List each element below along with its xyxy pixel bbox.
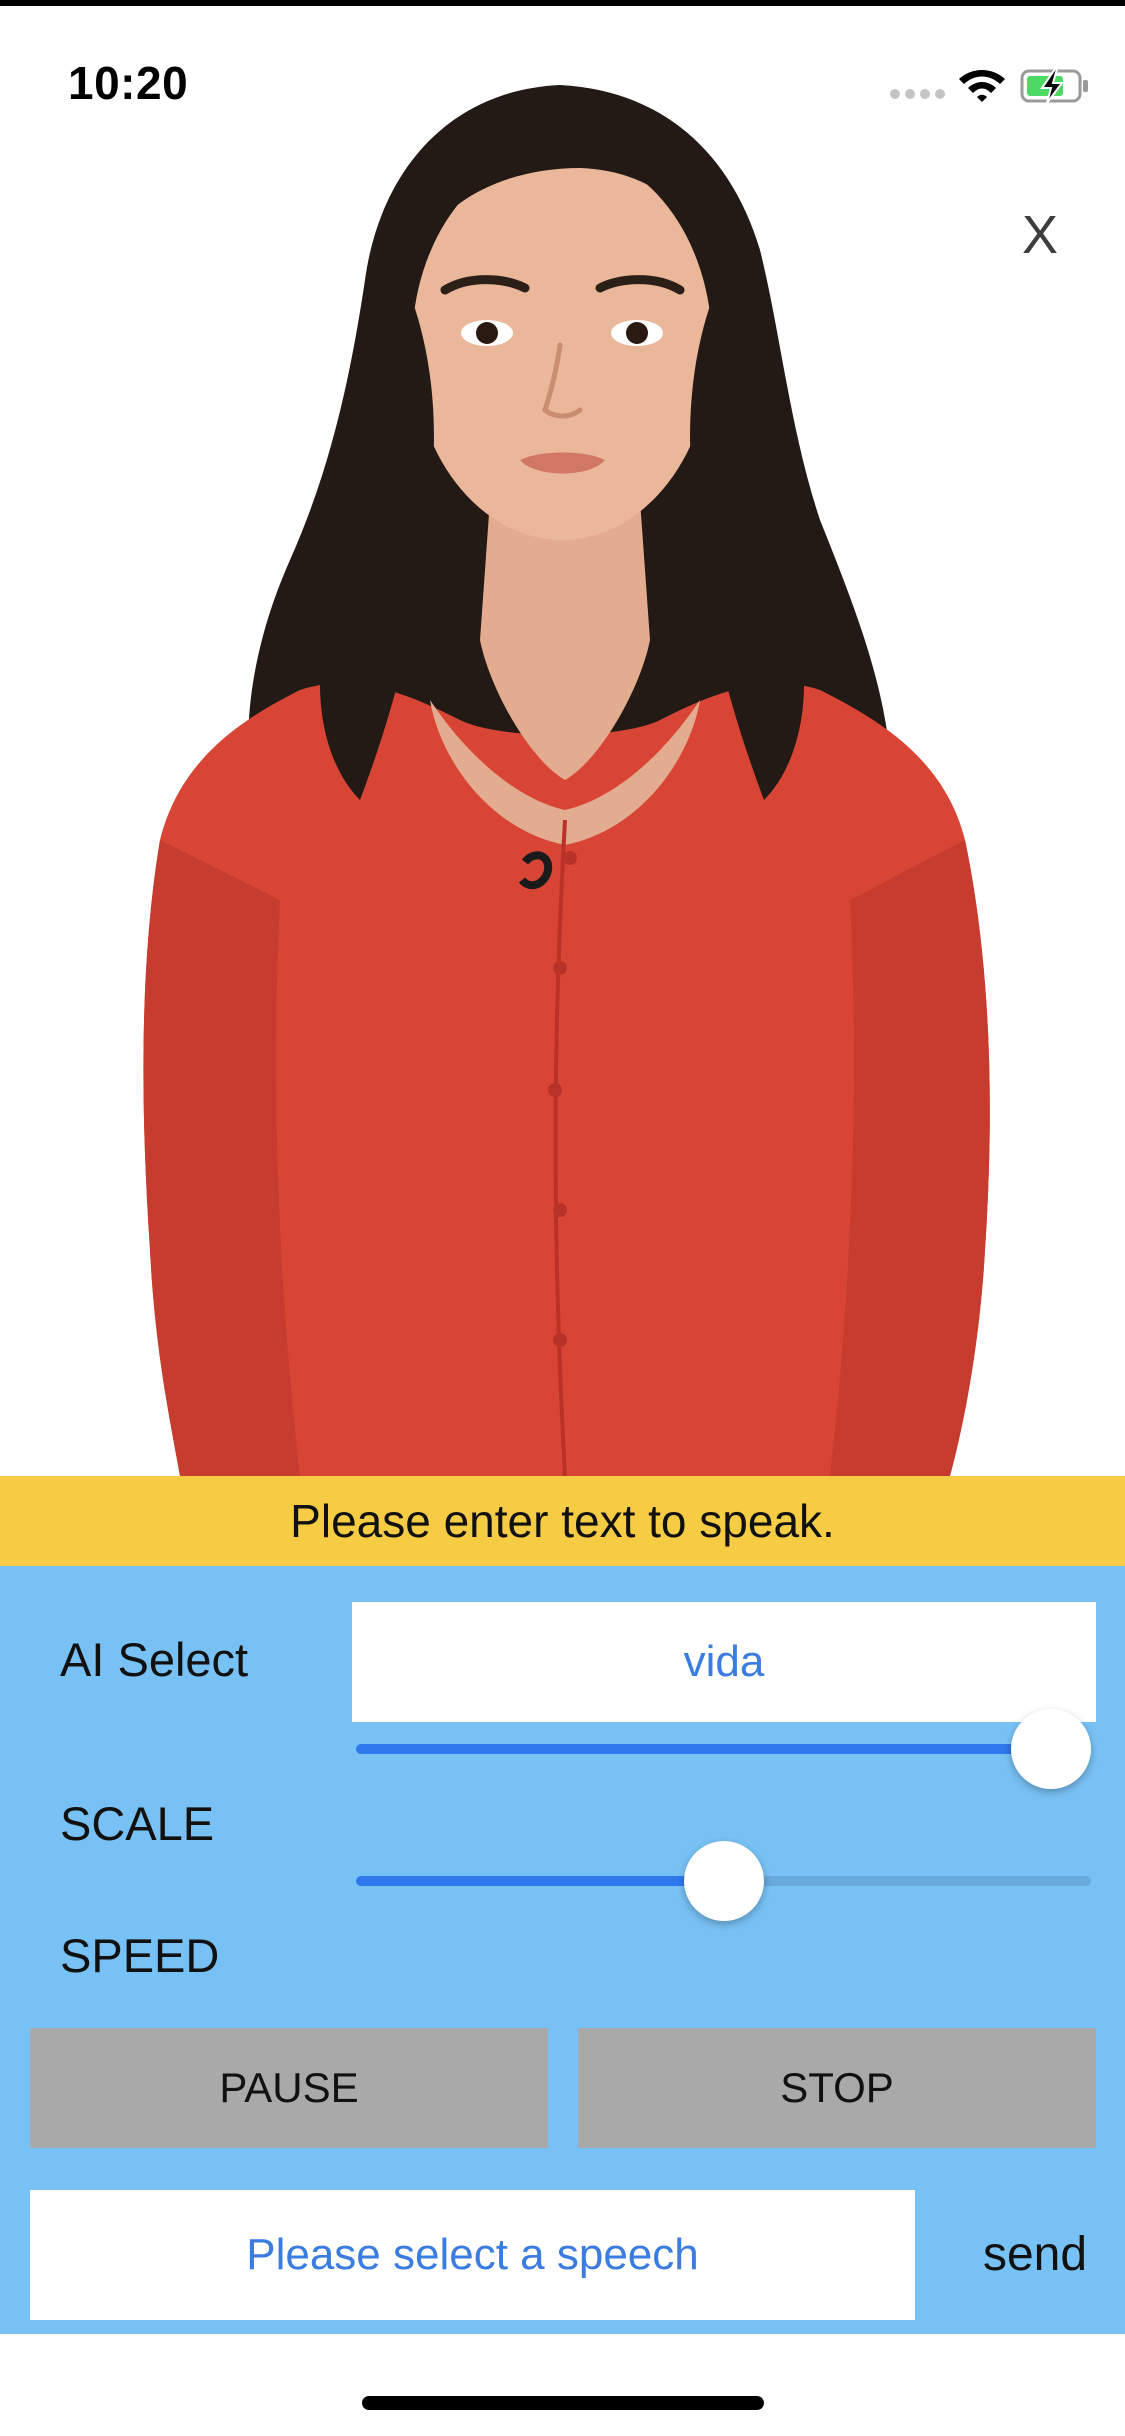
- scale-slider-thumb[interactable]: [1011, 1709, 1091, 1789]
- wifi-icon: [959, 70, 1005, 102]
- pause-button[interactable]: PAUSE: [30, 2028, 548, 2148]
- close-icon[interactable]: X: [1010, 200, 1070, 270]
- status-bar: 10:20: [0, 6, 1125, 136]
- status-time: 10:20: [68, 57, 189, 109]
- avatar-figure: [143, 85, 990, 1476]
- speed-slider-fill: [356, 1876, 724, 1886]
- ai-select-label: AI Select: [60, 1633, 249, 1686]
- home-indicator[interactable]: [362, 2396, 764, 2410]
- battery-charging-icon: [1020, 68, 1088, 104]
- avatar-view: [0, 0, 1125, 1476]
- cellular-signal-icon: [890, 89, 946, 101]
- scale-slider[interactable]: [356, 1704, 1091, 1794]
- speed-label: SPEED: [60, 1929, 220, 1982]
- scale-label: SCALE: [60, 1797, 215, 1850]
- status-banner: Please enter text to speak.: [0, 1476, 1125, 1566]
- speed-slider[interactable]: [356, 1836, 1091, 1926]
- speech-select-field[interactable]: Please select a speech: [30, 2190, 915, 2320]
- speed-slider-thumb[interactable]: [683, 1841, 764, 1921]
- send-button[interactable]: send: [960, 2190, 1110, 2320]
- stop-button[interactable]: STOP: [578, 2028, 1096, 2148]
- scale-slider-fill: [356, 1744, 1051, 1754]
